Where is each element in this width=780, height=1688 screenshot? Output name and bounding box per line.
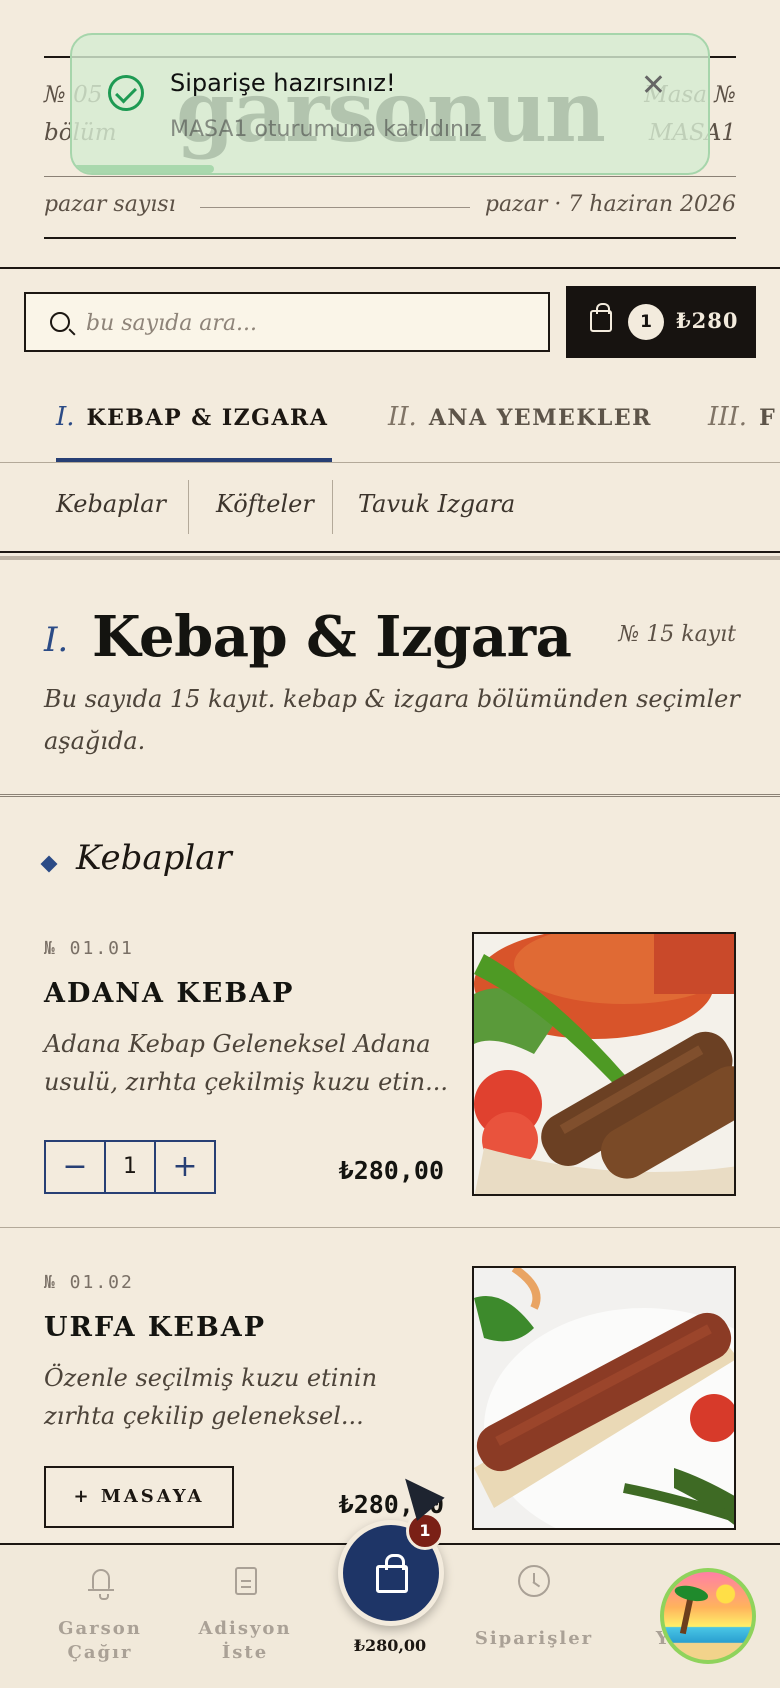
- subcategory-kebaplar[interactable]: Kebaplar: [56, 490, 166, 518]
- masthead-rule: [44, 237, 736, 239]
- adana-kebap-image: [474, 934, 734, 1194]
- section-rule: [0, 551, 780, 553]
- item-name[interactable]: URFA KEBAP: [44, 1312, 266, 1343]
- tab-label: KEBAP & IZGARA: [86, 405, 329, 431]
- menu-page: № 05 bölüm garsonun Masa № MASA1 pazar s…: [0, 0, 780, 1688]
- section-count: № 15 kayıt: [618, 622, 736, 647]
- cart-fab-badge: 1: [406, 1512, 444, 1550]
- category-tabs: I. KEBAP & IZGARA II. ANA YEMEKLER III. F: [0, 372, 780, 464]
- nav-label: Garson Çağır: [30, 1617, 170, 1665]
- nav-label-line: Siparişler: [474, 1628, 594, 1649]
- header-rule: [0, 267, 780, 269]
- masthead-divider: [200, 207, 470, 208]
- cart-count-badge: 1: [628, 304, 664, 340]
- decrease-button[interactable]: −: [46, 1142, 104, 1192]
- item-price: ₺280,00: [338, 1156, 444, 1185]
- subcategory-tavuk-izgara[interactable]: Tavuk Izgara: [358, 490, 515, 518]
- tab-label: F: [759, 405, 777, 431]
- nav-label: Adisyon İste: [175, 1617, 315, 1665]
- toast-title: Siparişe hazırsınız!: [170, 69, 396, 97]
- diamond-icon: [40, 855, 58, 873]
- section-title: Kebap & Izgara: [92, 604, 572, 670]
- tab-third[interactable]: III. F: [708, 402, 776, 432]
- search-bar[interactable]: [24, 292, 550, 352]
- tab-numeral: II.: [388, 402, 417, 432]
- tab-ana-yemekler[interactable]: II. ANA YEMEKLER: [388, 402, 652, 432]
- subcategory-bar: Kebaplar Köfteler Tavuk Izgara: [0, 478, 780, 536]
- item-description: Özenle seçilmiş kuzu etinin zırhta çekil…: [44, 1364, 378, 1430]
- item-photo[interactable]: [472, 932, 736, 1196]
- section-rule: [0, 556, 780, 560]
- subcategory-divider: [332, 480, 333, 534]
- section-numeral: I.: [44, 620, 69, 660]
- subcategory-kofteler[interactable]: Köfteler: [216, 490, 314, 518]
- section-description: Bu sayıda 15 kayıt. kebap & izgara bölüm…: [44, 685, 740, 755]
- receipt-icon: [229, 1565, 261, 1597]
- masthead-rule: [44, 176, 736, 177]
- user-avatar[interactable]: [660, 1568, 756, 1664]
- quantity-value: 1: [104, 1142, 156, 1192]
- item-number: № 01.01: [44, 938, 134, 959]
- nav-label-line: Adisyon: [198, 1618, 292, 1639]
- urfa-kebap-image: [474, 1268, 734, 1528]
- shopping-bag-icon: [590, 303, 612, 332]
- tab-kebap-izgara[interactable]: I. KEBAP & IZGARA: [56, 402, 328, 432]
- subcategory-divider: [188, 480, 189, 534]
- search-icon: [50, 312, 70, 332]
- check-circle-icon: [108, 75, 144, 111]
- bell-icon: [84, 1565, 116, 1600]
- item-description: Adana Kebap Geleneksel Adana usulü, zırh…: [44, 1030, 448, 1096]
- item-divider: [0, 1227, 780, 1228]
- tab-numeral: III.: [708, 402, 748, 432]
- nav-label-line: Çağır: [67, 1642, 133, 1663]
- item-number: № 01.02: [44, 1272, 134, 1293]
- nav-label-line: Garson: [58, 1618, 142, 1639]
- cart-fab-total: ₺280,00: [353, 1636, 427, 1655]
- issue-date: pazar · 7 haziran 2026: [484, 192, 736, 217]
- item-name[interactable]: ADANA KEBAP: [44, 978, 294, 1009]
- nav-label-line: İste: [221, 1642, 269, 1663]
- toast-progress: [72, 165, 214, 173]
- nav-label: Siparişler: [464, 1627, 604, 1651]
- palm-tree-icon: [679, 1593, 695, 1635]
- search-input[interactable]: [86, 306, 526, 340]
- tab-numeral: I.: [56, 402, 75, 432]
- increase-button[interactable]: +: [156, 1142, 214, 1192]
- toast-subtitle: MASA1 oturumuna katıldınız: [170, 117, 482, 142]
- cart-button[interactable]: 1 ₺280: [566, 286, 756, 358]
- shopping-bag-icon: [376, 1554, 408, 1593]
- group-title: Kebaplar: [76, 838, 232, 878]
- add-to-table-button[interactable]: + MASAYA: [44, 1466, 234, 1528]
- success-toast[interactable]: Siparişe hazırsınız! MASA1 oturumuna kat…: [70, 33, 710, 175]
- section-rule: [0, 794, 780, 797]
- tab-label: ANA YEMEKLER: [428, 405, 652, 431]
- item-photo[interactable]: [472, 1266, 736, 1530]
- close-icon[interactable]: ✕: [641, 71, 666, 101]
- cart-total: ₺280: [676, 308, 739, 333]
- issue-label: pazar sayısı: [44, 192, 176, 217]
- clock-icon: [518, 1565, 550, 1597]
- quantity-stepper: − 1 +: [44, 1140, 216, 1194]
- tabs-divider: [0, 462, 780, 463]
